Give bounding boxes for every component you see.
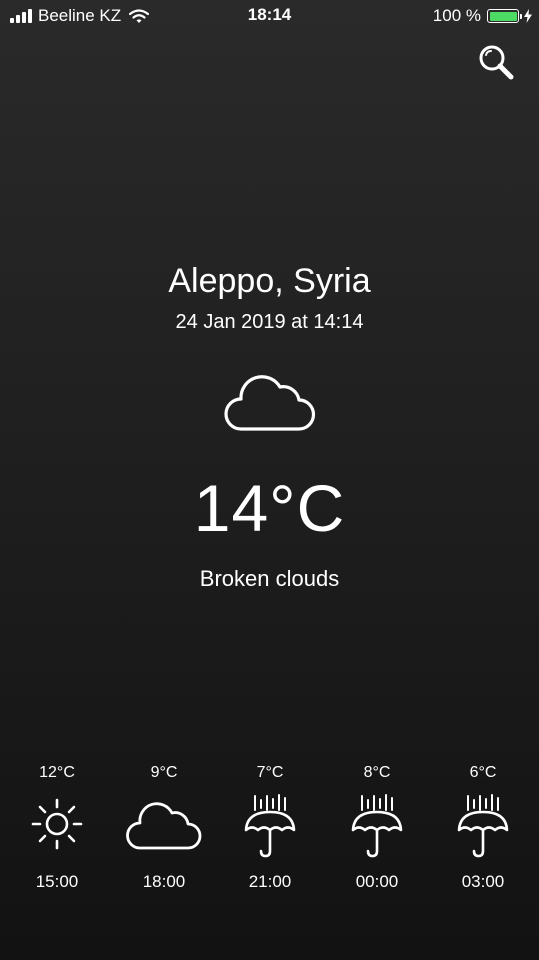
- cloud-icon: [224, 375, 316, 431]
- forecast-temperature: 12°C: [39, 764, 75, 781]
- forecast-item: 9°C 18:00: [114, 764, 214, 904]
- search-icon: [479, 45, 514, 80]
- forecast-time: 03:00: [461, 872, 505, 891]
- hourly-forecast: 12°C 15:00 9°C 18:00 7°C 21:00 8°C 00:00…: [0, 764, 539, 904]
- current-weather-icon-wrapper: [219, 368, 321, 438]
- sun-icon: [31, 798, 83, 850]
- forecast-temperature: 7°C: [256, 764, 284, 781]
- cloud-icon: [126, 802, 202, 850]
- forecast-item: 6°C 03:00: [433, 764, 533, 904]
- forecast-item: 12°C 15:00: [7, 764, 107, 904]
- forecast-time: 15:00: [35, 872, 79, 891]
- umbrella-rain-icon: [351, 794, 403, 858]
- forecast-temperature: 6°C: [469, 764, 497, 781]
- charging-bolt-icon: [524, 9, 532, 23]
- current-temperature: 14°C: [193, 471, 346, 545]
- forecast-item: 8°C 00:00: [327, 764, 427, 904]
- umbrella-rain-icon: [457, 794, 509, 858]
- forecast-item: 7°C 21:00: [220, 764, 320, 904]
- city-name: Aleppo, Syria: [168, 262, 371, 300]
- battery-percentage: 100 %: [432, 6, 481, 25]
- battery-icon: [487, 9, 522, 23]
- umbrella-rain-icon: [244, 794, 296, 858]
- status-bar-right: 100 %: [433, 5, 533, 27]
- status-bar: Beeline KZ 18:14 100 %: [0, 0, 539, 32]
- forecast-time: 18:00: [142, 872, 186, 891]
- weather-condition: Broken clouds: [199, 566, 340, 591]
- forecast-temperature: 9°C: [150, 764, 178, 781]
- forecast-temperature: 8°C: [363, 764, 391, 781]
- search-button[interactable]: [474, 40, 520, 86]
- forecast-time: 21:00: [248, 872, 292, 891]
- observation-datetime: 24 Jan 2019 at 14:14: [175, 311, 364, 333]
- forecast-time: 00:00: [355, 872, 399, 891]
